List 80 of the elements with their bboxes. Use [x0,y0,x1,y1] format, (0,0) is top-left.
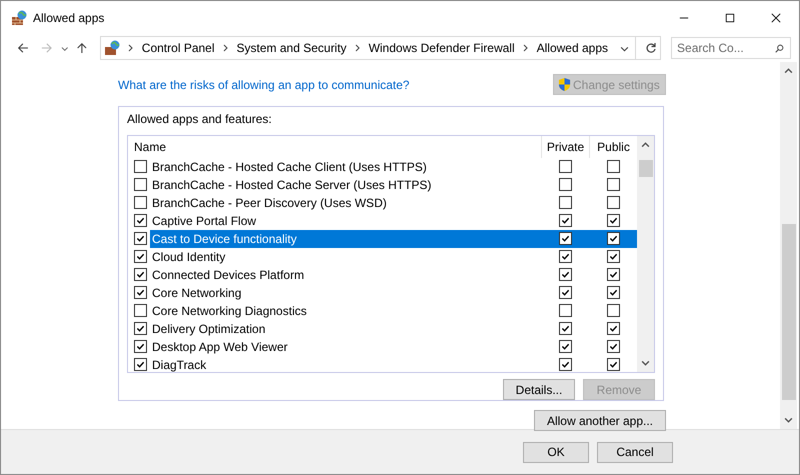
app-name[interactable]: Desktop App Web Viewer [150,338,541,356]
list-button[interactable]: Details... [503,379,575,400]
chevron-right-icon [354,44,361,52]
firewall-icon [11,10,27,26]
app-name[interactable]: Connected Devices Platform [150,266,541,284]
column-header[interactable]: Private [541,136,589,158]
shield-icon [558,77,571,92]
firewall-icon [104,40,120,56]
scrollbar[interactable] [780,62,797,429]
checkbox[interactable] [606,358,620,372]
search-icon [775,44,784,53]
checkbox[interactable] [134,286,147,300]
address-bar[interactable]: Control Panel System and Security Windows Defender Firewall Allowed apps [100,36,662,60]
checkbox[interactable] [558,160,572,174]
app-name[interactable]: BranchCache - Hosted Cache Server (Uses HTTPS) [150,176,541,194]
breadcrumb[interactable]: Windows Defender Firewall [368,41,515,55]
checkbox[interactable] [606,340,620,354]
app-name[interactable]: DiagTrack [150,356,541,372]
checkbox[interactable] [606,160,620,174]
checkbox[interactable] [134,340,147,354]
checkbox[interactable] [134,358,147,372]
app-name[interactable]: Cast to Device functionality [150,230,541,248]
checkbox[interactable] [134,304,147,318]
checkbox[interactable] [134,214,147,228]
scroll-down-icon[interactable] [784,415,793,424]
scroll-down-icon[interactable] [641,358,650,367]
allow-another-app-button[interactable]: Allow another app... [534,410,666,431]
checkbox[interactable] [558,286,572,300]
checkbox[interactable] [558,178,572,192]
checkbox[interactable] [558,304,572,318]
checkbox[interactable] [558,214,572,228]
checkbox[interactable] [558,250,572,264]
checkbox[interactable] [558,340,572,354]
app-name[interactable]: Captive Portal Flow [150,212,541,230]
checkbox[interactable] [606,250,620,264]
dialog-button[interactable]: OK [523,442,589,462]
refresh-icon[interactable] [645,42,658,54]
checkbox[interactable] [134,232,147,246]
checkbox[interactable] [606,214,620,228]
chevron-right-icon [522,44,529,52]
breadcrumb[interactable]: System and Security [236,41,347,55]
checkbox[interactable] [134,250,147,264]
help-link[interactable]: What are the risks of allowing an app to communicate? [118,78,410,92]
app-name[interactable]: Delivery Optimization [150,320,541,338]
checkbox[interactable] [558,322,572,336]
checkbox[interactable] [606,322,620,336]
window-title: Allowed apps [33,10,104,24]
checkbox[interactable] [134,160,147,174]
checkbox[interactable] [558,232,572,246]
search-field[interactable]: Search Co... [671,37,792,59]
checkbox[interactable] [606,286,620,300]
checkbox[interactable] [606,268,620,282]
app-name[interactable]: Cloud Identity [150,248,541,266]
breadcrumb[interactable]: Control Panel [142,41,215,55]
checkbox[interactable] [558,196,572,210]
checkbox[interactable] [606,178,620,192]
dialog-button[interactable]: Cancel [597,442,673,462]
column-header[interactable]: Name [128,136,541,158]
scroll-thumb[interactable] [782,224,796,400]
scroll-up-icon[interactable] [784,67,793,76]
chevron-right-icon [222,44,229,52]
checkbox[interactable] [134,322,147,336]
checkbox[interactable] [606,232,620,246]
group-title: Allowed apps and features: [127,112,272,127]
scroll-up-icon[interactable] [641,140,650,150]
checkbox[interactable] [134,196,147,210]
checkbox[interactable] [606,304,620,318]
chevron-right-icon [128,44,134,52]
app-name[interactable]: BranchCache - Hosted Cache Client (Uses HTTPS) [150,158,541,176]
checkbox[interactable] [134,178,147,192]
app-name[interactable]: BranchCache - Peer Discovery (Uses WSD) [150,194,541,212]
checkbox[interactable] [134,268,147,282]
checkbox[interactable] [558,358,572,372]
breadcrumb[interactable]: Allowed apps [536,41,608,55]
checkbox[interactable] [558,268,572,282]
scroll-thumb[interactable] [638,160,652,177]
app-name[interactable]: Core Networking [150,284,541,302]
app-name[interactable]: Core Networking Diagnostics [150,302,541,320]
scrollbar[interactable] [637,136,654,372]
checkbox[interactable] [606,196,620,210]
